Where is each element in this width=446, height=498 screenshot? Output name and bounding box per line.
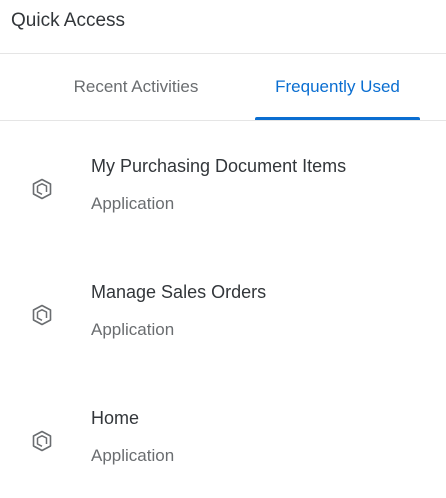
item-subtitle: Application bbox=[91, 320, 175, 339]
list-item-manage-sales-orders[interactable]: Manage Sales Orders Application bbox=[0, 282, 446, 372]
tab-frequently-used[interactable]: Frequently Used bbox=[255, 54, 420, 120]
app-cube-icon bbox=[32, 178, 52, 200]
panel-title: Quick Access bbox=[11, 10, 126, 31]
tab-recent-activities[interactable]: Recent Activities bbox=[40, 54, 232, 120]
item-subtitle: Application bbox=[91, 194, 175, 213]
item-title: Home bbox=[91, 408, 140, 428]
item-subtitle: Application bbox=[91, 446, 175, 465]
list-item-home[interactable]: Home Application bbox=[0, 408, 446, 498]
tab-divider bbox=[0, 120, 446, 121]
app-cube-icon bbox=[32, 430, 52, 452]
list-item-my-purchasing-document-items[interactable]: My Purchasing Document Items Application bbox=[0, 156, 446, 246]
tab-bar: Recent Activities Frequently Used bbox=[0, 54, 446, 120]
item-title: Manage Sales Orders bbox=[91, 282, 267, 302]
item-title: My Purchasing Document Items bbox=[91, 156, 347, 176]
app-cube-icon bbox=[32, 304, 52, 326]
